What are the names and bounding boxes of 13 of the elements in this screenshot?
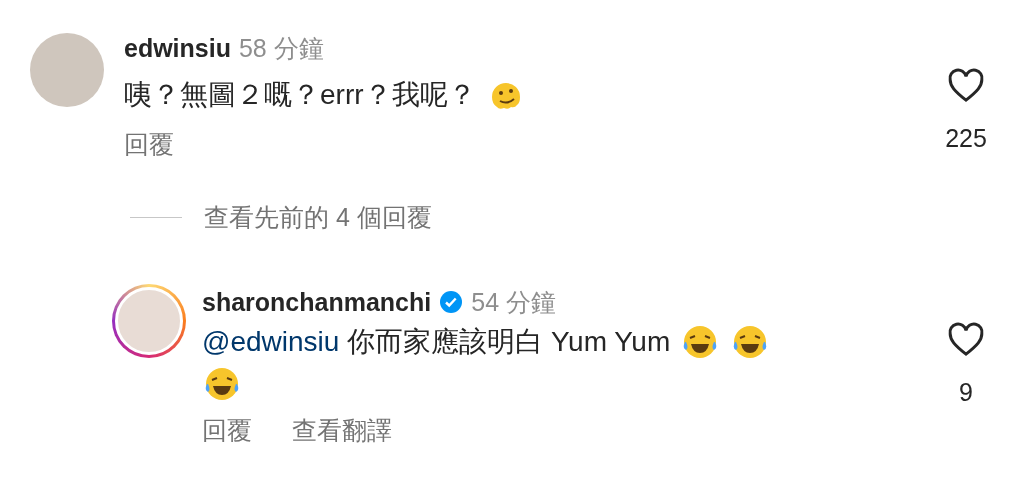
like-count: 225 <box>945 124 987 153</box>
view-replies-link[interactable]: 查看先前的 4 個回覆 <box>204 201 432 234</box>
mention-link[interactable]: @edwinsiu <box>202 326 340 358</box>
comment-text: 你而家應該明白 Yum Yum <box>346 325 671 359</box>
comment-text: 咦？無圖２嘅？errr？我呢？ <box>124 78 476 112</box>
translate-link[interactable]: 查看翻譯 <box>292 414 392 447</box>
reply-link[interactable]: 回覆 <box>202 414 252 447</box>
reply-link[interactable]: 回覆 <box>124 128 174 161</box>
username[interactable]: edwinsiu <box>124 33 231 63</box>
username[interactable]: sharonchanmanchi <box>202 287 432 317</box>
like-count: 9 <box>959 378 973 407</box>
comment-time: 54 分鐘 <box>471 286 556 318</box>
comment-time: 58 分鐘 <box>238 32 324 64</box>
